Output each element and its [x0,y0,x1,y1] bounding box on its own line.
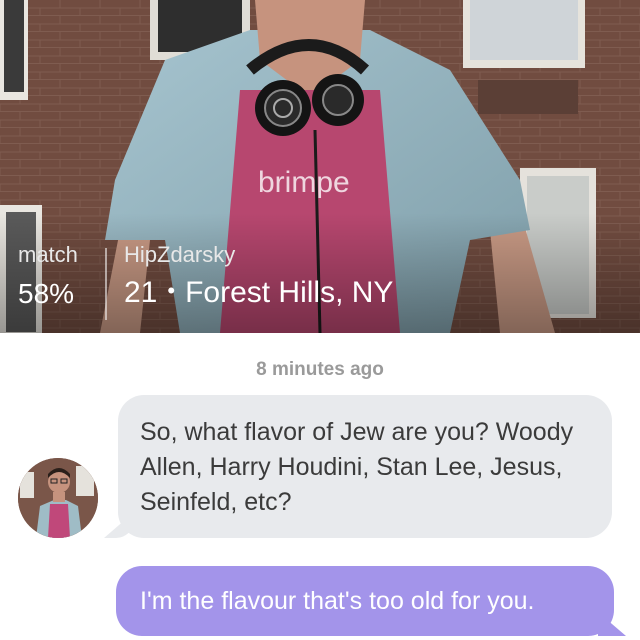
username[interactable]: HipZdarsky [124,242,393,268]
info-divider [105,248,107,320]
outgoing-message-text: I'm the flavour that's too old for you. [140,587,535,615]
match-percentage: 58% [18,278,75,309]
sender-avatar[interactable] [18,458,98,538]
separator-dot: • [167,278,176,303]
outgoing-message-bubble[interactable]: I'm the flavour that's too old for you. [116,566,614,636]
age: 21 [124,276,158,309]
profile-photo[interactable]: brimpe match 58% HipZdarsky 21 • Forest Hi… [0,0,640,333]
match-info: match 58% [18,242,78,310]
location: Forest Hills, NY [185,276,394,309]
profile-info: HipZdarsky 21 • Forest Hills, NY [124,242,393,310]
incoming-message-text: So, what flavor of Jew are you? Woody Al… [140,418,574,516]
shirt-print: brimpe [258,166,350,199]
message-timestamp: 8 minutes ago [256,359,384,380]
age-location: 21 • Forest Hills, NY [124,276,393,310]
match-label: match [18,242,78,267]
avatar-image [18,458,98,538]
incoming-message-bubble[interactable]: So, what flavor of Jew are you? Woody Al… [118,395,612,538]
